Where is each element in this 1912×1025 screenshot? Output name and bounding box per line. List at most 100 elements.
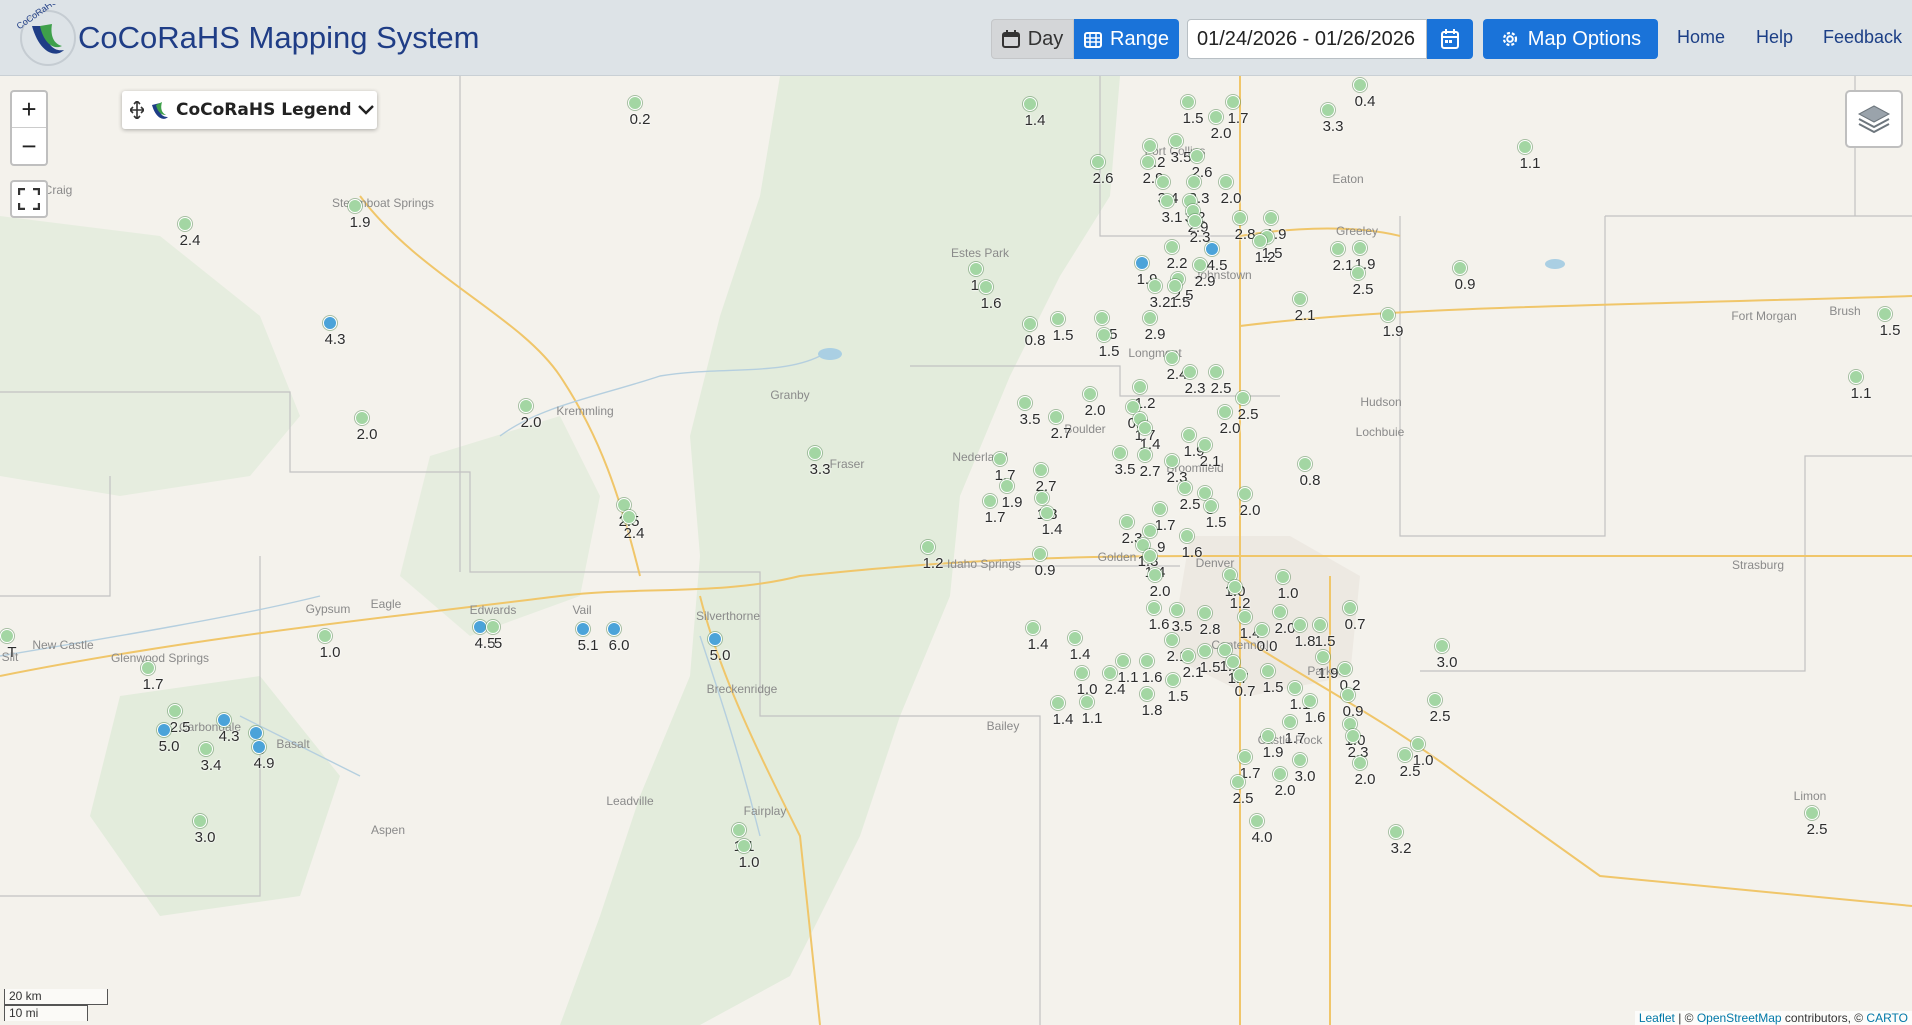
station-marker[interactable] — [1226, 655, 1240, 669]
station-marker[interactable] — [1034, 463, 1048, 477]
station-marker[interactable] — [1343, 601, 1357, 615]
station-marker[interactable] — [1190, 149, 1204, 163]
station-marker[interactable] — [1226, 95, 1240, 109]
map-canvas[interactable]: Craig Steamboat Springs Kremmling Granby Est… — [0, 76, 1912, 1025]
station-marker[interactable] — [178, 217, 192, 231]
station-marker[interactable] — [1180, 529, 1194, 543]
station-marker[interactable] — [1075, 666, 1089, 680]
station-marker[interactable] — [1321, 103, 1335, 117]
station-marker[interactable] — [1238, 487, 1252, 501]
cocorahs-logo[interactable]: CoCoRaHS — [12, 0, 78, 70]
station-marker[interactable] — [1849, 370, 1863, 384]
station-marker[interactable] — [1023, 317, 1037, 331]
station-marker[interactable] — [486, 620, 500, 634]
station-marker[interactable] — [1250, 814, 1264, 828]
station-marker[interactable] — [1083, 387, 1097, 401]
station-marker[interactable] — [1264, 211, 1278, 225]
station-marker[interactable] — [1120, 515, 1134, 529]
station-marker[interactable] — [217, 713, 231, 727]
station-marker[interactable] — [1165, 351, 1179, 365]
station-marker[interactable] — [1218, 405, 1232, 419]
nav-help-link[interactable]: Help — [1756, 27, 1793, 48]
station-marker[interactable] — [1338, 662, 1352, 676]
station-marker[interactable] — [1182, 428, 1196, 442]
fullscreen-button[interactable] — [10, 180, 48, 218]
station-marker[interactable] — [1205, 242, 1219, 256]
station-marker[interactable] — [1138, 421, 1152, 435]
station-marker[interactable] — [1276, 570, 1290, 584]
station-marker[interactable] — [1518, 140, 1532, 154]
station-marker[interactable] — [1138, 448, 1152, 462]
station-marker[interactable] — [1051, 696, 1065, 710]
station-marker[interactable] — [1113, 446, 1127, 460]
station-marker[interactable] — [1341, 688, 1355, 702]
station-marker[interactable] — [921, 540, 935, 554]
station-marker[interactable] — [1273, 605, 1287, 619]
station-marker[interactable] — [1168, 279, 1182, 293]
station-marker[interactable] — [252, 740, 266, 754]
station-marker[interactable] — [1435, 639, 1449, 653]
station-marker[interactable] — [141, 661, 155, 675]
station-marker[interactable] — [1353, 241, 1367, 255]
station-marker[interactable] — [1183, 365, 1197, 379]
station-marker[interactable] — [1313, 618, 1327, 632]
station-marker[interactable] — [1293, 292, 1307, 306]
station-marker[interactable] — [1193, 258, 1207, 272]
station-marker[interactable] — [1170, 603, 1184, 617]
station-marker[interactable] — [1316, 650, 1330, 664]
zoom-in-button[interactable]: + — [12, 92, 46, 128]
station-marker[interactable] — [1398, 748, 1412, 762]
zoom-out-button[interactable]: − — [12, 128, 46, 164]
station-marker[interactable] — [1143, 524, 1157, 538]
station-marker[interactable] — [1293, 753, 1307, 767]
day-button[interactable]: Day — [991, 19, 1074, 59]
station-marker[interactable] — [607, 622, 621, 636]
station-marker[interactable] — [1209, 110, 1223, 124]
station-marker[interactable] — [1147, 601, 1161, 615]
station-marker[interactable] — [1143, 311, 1157, 325]
station-marker[interactable] — [1198, 606, 1212, 620]
station-marker[interactable] — [983, 494, 997, 508]
station-marker[interactable] — [1878, 307, 1892, 321]
station-marker[interactable] — [1298, 457, 1312, 471]
station-marker[interactable] — [1080, 695, 1094, 709]
station-marker[interactable] — [1231, 775, 1245, 789]
station-marker[interactable] — [1198, 438, 1212, 452]
station-marker[interactable] — [1051, 312, 1065, 326]
station-marker[interactable] — [1091, 155, 1105, 169]
station-marker[interactable] — [1026, 621, 1040, 635]
station-marker[interactable] — [1143, 139, 1157, 153]
station-marker[interactable] — [1018, 396, 1032, 410]
station-marker[interactable] — [1165, 633, 1179, 647]
range-button[interactable]: Range — [1074, 19, 1179, 59]
station-marker[interactable] — [1103, 666, 1117, 680]
station-marker[interactable] — [1035, 491, 1049, 505]
station-marker[interactable] — [1097, 328, 1111, 342]
station-marker[interactable] — [1288, 681, 1302, 695]
station-marker[interactable] — [1261, 664, 1275, 678]
station-marker[interactable] — [519, 399, 533, 413]
station-marker[interactable] — [473, 620, 487, 634]
move-icon[interactable] — [130, 101, 144, 119]
station-marker[interactable] — [1351, 266, 1365, 280]
station-marker[interactable] — [1166, 673, 1180, 687]
station-marker[interactable] — [1233, 668, 1247, 682]
station-marker[interactable] — [1198, 486, 1212, 500]
station-marker[interactable] — [348, 199, 362, 213]
carto-link[interactable]: CARTO — [1866, 1011, 1908, 1025]
station-marker[interactable] — [1165, 454, 1179, 468]
leaflet-link[interactable]: Leaflet — [1639, 1011, 1675, 1025]
station-marker[interactable] — [1198, 644, 1212, 658]
map-options-button[interactable]: Map Options — [1483, 19, 1658, 59]
station-marker[interactable] — [1143, 549, 1157, 563]
station-marker[interactable] — [1040, 506, 1054, 520]
station-marker[interactable] — [1219, 175, 1233, 189]
station-marker[interactable] — [1353, 756, 1367, 770]
station-marker[interactable] — [1116, 654, 1130, 668]
station-marker[interactable] — [323, 316, 337, 330]
station-marker[interactable] — [1181, 649, 1195, 663]
station-marker[interactable] — [168, 704, 182, 718]
station-marker[interactable] — [993, 452, 1007, 466]
station-marker[interactable] — [249, 726, 263, 740]
station-marker[interactable] — [979, 280, 993, 294]
